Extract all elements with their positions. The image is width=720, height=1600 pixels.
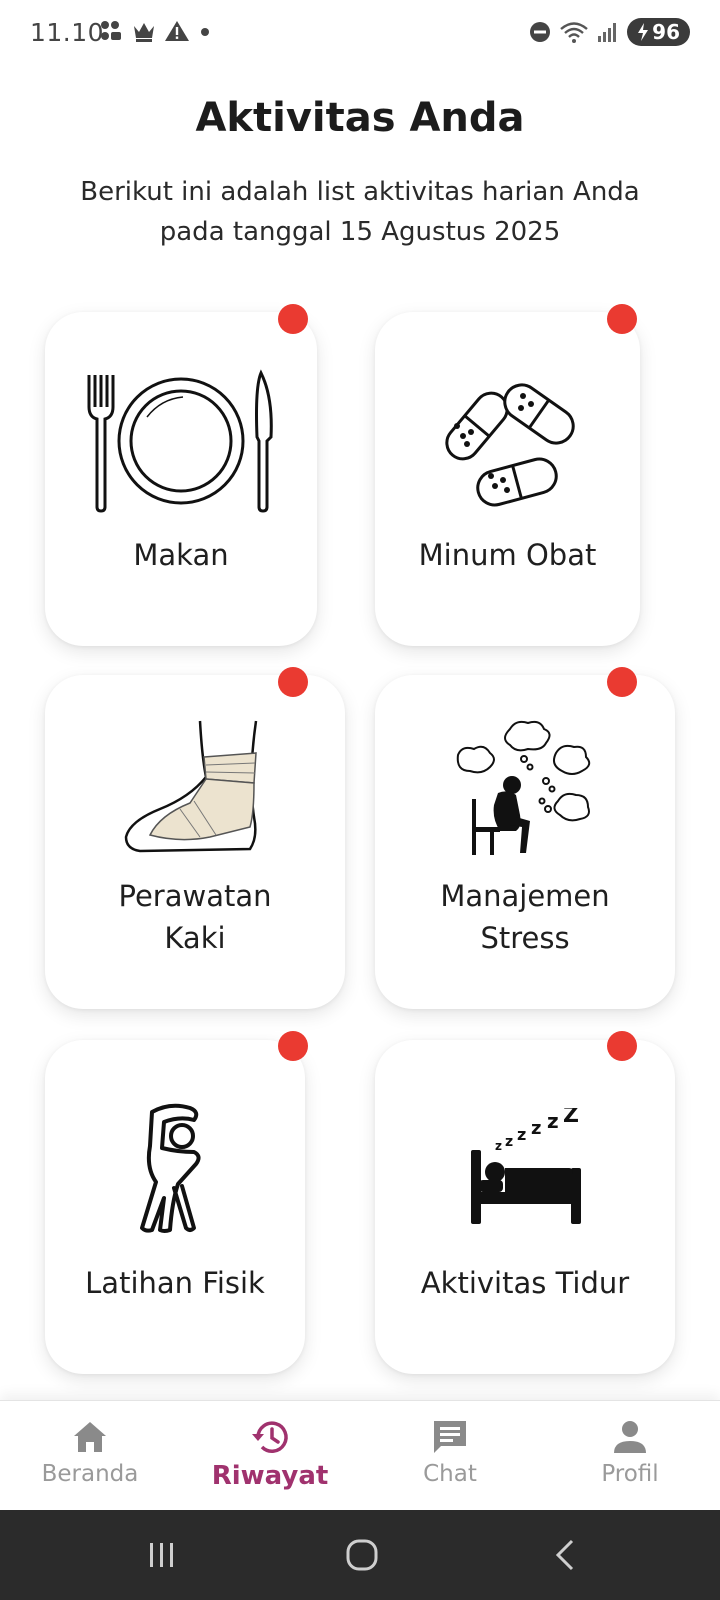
signal-icon [598,23,617,42]
person-icon [614,1421,646,1453]
history-icon [252,1421,288,1453]
activity-label: Manajemen Stress [440,879,610,955]
dnd-icon [530,22,551,42]
battery-level: 96 [652,20,680,44]
activity-card-aktivitas-tidur[interactable]: z z z z z Z Aktivitas Tidur [375,1040,675,1374]
app-notification-icon [101,21,121,40]
page-title: Aktivitas Anda [195,95,525,141]
bottom-navigation: Beranda Riwayat Chat Profil [0,1400,720,1510]
notification-dot [607,1031,637,1061]
activity-label: Makan [133,538,229,572]
nav-item-chat[interactable]: Chat [360,1401,540,1511]
nav-item-profil[interactable]: Profil [540,1401,720,1511]
crown-icon [134,23,154,42]
svg-text:z: z [495,1139,502,1153]
chat-icon [434,1421,466,1453]
page-subtitle: Berikut ini adalah list aktivitas harian… [80,177,640,247]
svg-text:z: z [505,1134,513,1150]
activity-label: Minum Obat [418,538,597,572]
notification-dot [278,304,308,334]
wifi-icon [560,22,588,43]
pills-icon [444,383,575,507]
activity-card-manajemen-stress[interactable]: Manajemen Stress [375,675,675,1009]
status-bar: 11.10 96 [0,0,720,66]
system-status-icons: 96 [529,18,690,46]
charging-icon [638,23,649,41]
recent-apps-button[interactable] [132,1530,192,1580]
nav-item-beranda[interactable]: Beranda [0,1401,180,1511]
stretching-person-icon [140,1103,201,1233]
battery-indicator: 96 [627,18,690,46]
nav-label: Beranda [41,1461,139,1487]
nav-item-riwayat[interactable]: Riwayat [180,1401,360,1511]
svg-text:z: z [547,1109,559,1133]
activity-label: Latihan Fisik [85,1266,265,1300]
system-navigation-bar [0,1510,720,1600]
activity-card-minum-obat[interactable]: Minum Obat [375,312,640,646]
notification-dot [278,1031,308,1061]
svg-text:Z: Z [563,1108,579,1128]
plate-cutlery-icon [87,369,273,513]
svg-text:z: z [517,1125,526,1144]
sleeping-bed-icon: z z z z z Z [471,1108,581,1224]
notification-dot [607,304,637,334]
home-circle-icon [346,1539,378,1571]
back-icon [555,1539,574,1571]
back-button[interactable] [535,1530,595,1580]
bandaged-foot-icon [124,720,258,853]
nav-label: Profil [601,1461,659,1487]
stressed-person-icon [456,720,591,855]
home-icon [74,1422,106,1452]
nav-label: Riwayat [211,1461,329,1491]
status-time: 11.10 [30,18,105,47]
notification-dot [278,667,308,697]
svg-text:z: z [531,1118,541,1139]
activity-card-makan[interactable]: Makan [45,312,317,646]
recent-apps-icon [150,1543,173,1567]
nav-label: Chat [423,1461,477,1487]
notification-dot [607,667,637,697]
notification-icons [100,20,212,42]
activity-card-perawatan-kaki[interactable]: Perawatan Kaki [45,675,345,1009]
warning-icon [165,21,189,41]
activity-label: Aktivitas Tidur [420,1266,630,1300]
home-button[interactable] [332,1530,392,1580]
dot-icon [201,28,209,36]
activity-card-latihan-fisik[interactable]: Latihan Fisik [45,1040,305,1374]
activity-label: Perawatan Kaki [118,879,272,955]
